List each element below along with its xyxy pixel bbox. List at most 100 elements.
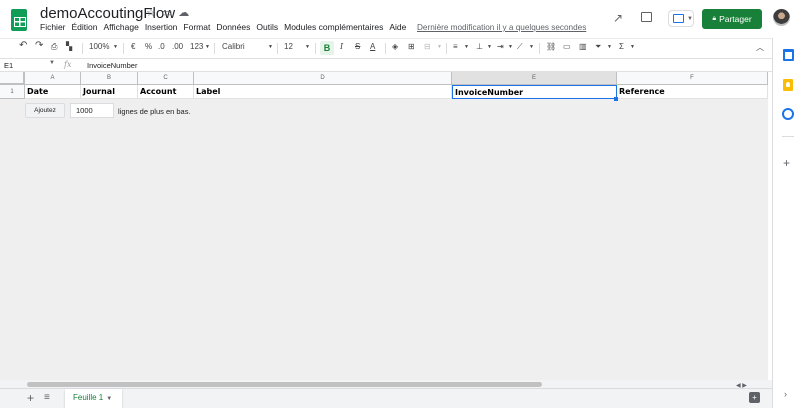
functions-icon[interactable]: Σ: [619, 42, 624, 51]
add-rows-label: lignes de plus en bas.: [118, 107, 191, 116]
star-icon[interactable]: ☆: [146, 6, 156, 19]
zoom-select[interactable]: 100%: [89, 42, 109, 51]
formula-input[interactable]: InvoiceNumber: [87, 61, 137, 70]
borders-icon[interactable]: ⊞: [408, 42, 415, 51]
redo-icon[interactable]: ↷: [35, 40, 43, 51]
cell-e1[interactable]: InvoiceNumber: [452, 85, 617, 99]
get-addons-icon[interactable]: +: [783, 156, 790, 170]
sheets-logo-icon[interactable]: [11, 9, 27, 31]
align-horizontal-icon[interactable]: ≡: [453, 42, 458, 51]
cell-f1[interactable]: Reference: [617, 85, 768, 99]
share-button[interactable]: 🔒︎ Partager: [702, 9, 762, 29]
toolbar-divider: [277, 43, 278, 54]
title-bar: demoAccoutingFlow ☆ ▭ ☁ Fichier Édition …: [0, 0, 790, 38]
filter-icon[interactable]: ⏷: [595, 42, 601, 52]
avatar[interactable]: [773, 9, 790, 26]
sheet-grid[interactable]: A B C D E F 1 Date Journal Account Label…: [0, 72, 768, 380]
add-rows-button[interactable]: Ajoutez: [25, 103, 65, 118]
toolbar-divider: [214, 43, 215, 54]
horizontal-scroll-thumb[interactable]: [27, 382, 542, 387]
column-header-b[interactable]: B: [81, 72, 138, 85]
last-edit-link[interactable]: Dernière modification il y a quelques se…: [417, 23, 586, 32]
chevron-down-icon: ▼: [268, 44, 273, 50]
menu-format[interactable]: Format: [183, 22, 210, 32]
title-icons: ☆ ▭ ☁: [146, 6, 189, 19]
sheet-tab-label: Feuille 1: [73, 393, 104, 402]
name-box[interactable]: E1: [4, 61, 13, 70]
row-header-1[interactable]: 1: [0, 85, 25, 99]
present-icon: [673, 14, 684, 23]
cell-c1[interactable]: Account: [138, 85, 194, 99]
align-vertical-icon[interactable]: ⊥: [476, 42, 483, 51]
menu-edit[interactable]: Édition: [72, 22, 98, 32]
tasks-icon[interactable]: [782, 108, 794, 120]
cell-b1[interactable]: Journal: [81, 85, 138, 99]
menu-bar: Fichier Édition Affichage Insertion Form…: [40, 22, 412, 32]
chevron-down-icon: ▼: [508, 44, 513, 50]
text-color-button[interactable]: A: [370, 42, 375, 51]
fill-handle[interactable]: [614, 97, 618, 101]
trend-icon[interactable]: ↗: [613, 11, 623, 25]
keep-icon[interactable]: [783, 79, 793, 91]
text-rotation-icon[interactable]: ⟋: [517, 42, 523, 52]
italic-button[interactable]: I: [340, 42, 343, 51]
menu-addons[interactable]: Modules complémentaires: [284, 22, 383, 32]
menu-tools[interactable]: Outils: [256, 22, 278, 32]
toolbar-divider: [385, 43, 386, 54]
cloud-status-icon[interactable]: ☁: [178, 6, 189, 19]
column-header-a[interactable]: A: [25, 72, 81, 85]
add-rows-count-input[interactable]: 1000: [70, 103, 114, 118]
chevron-down-icon: ▼: [437, 44, 442, 50]
comment-icon[interactable]: [641, 12, 652, 22]
percent-button[interactable]: %: [145, 42, 152, 51]
move-folder-icon[interactable]: ▭: [162, 6, 172, 19]
hide-side-panel-icon[interactable]: ›: [784, 389, 787, 399]
strikethrough-button[interactable]: S: [355, 42, 360, 51]
menu-insert[interactable]: Insertion: [145, 22, 178, 32]
insert-link-icon[interactable]: ⛓: [546, 42, 556, 51]
chevron-down-icon: ▼: [687, 16, 693, 22]
insert-comment-icon[interactable]: ▭: [563, 42, 571, 51]
menu-data[interactable]: Données: [216, 22, 250, 32]
fill-color-icon[interactable]: ◈: [392, 42, 398, 51]
menu-view[interactable]: Affichage: [104, 22, 139, 32]
lock-icon: 🔒︎: [712, 15, 717, 22]
add-sheet-button[interactable]: +: [27, 391, 34, 405]
toolbar: ↶ ↷ ⎙ ▚ 100% ▼ € % .0 .00 123 ▼ Calibri …: [0, 38, 772, 57]
text-wrap-icon[interactable]: ⇥: [497, 42, 504, 51]
column-header-e[interactable]: E: [452, 72, 617, 85]
calendar-icon[interactable]: [783, 49, 794, 61]
toolbar-divider: [123, 43, 124, 54]
chevron-down-icon: ▼: [487, 44, 492, 50]
cell-d1[interactable]: Label: [194, 85, 452, 99]
column-header-c[interactable]: C: [138, 72, 194, 85]
insert-chart-icon[interactable]: ▥: [579, 42, 587, 51]
present-button[interactable]: ▼: [668, 10, 694, 27]
chevron-down-icon: ▼: [529, 44, 534, 50]
font-select[interactable]: Calibri: [222, 42, 245, 51]
currency-button[interactable]: €: [131, 42, 135, 51]
fx-icon: fx: [64, 60, 72, 69]
select-all-corner[interactable]: [0, 72, 25, 85]
column-header-f[interactable]: F: [617, 72, 768, 85]
decrease-decimal-button[interactable]: .0: [158, 42, 165, 51]
collapse-menu-icon[interactable]: ︿: [756, 42, 764, 53]
paint-format-icon[interactable]: ▚: [66, 42, 72, 51]
menu-help[interactable]: Aide: [389, 22, 406, 32]
chevron-down-icon[interactable]: ▼: [106, 396, 112, 402]
font-size-select[interactable]: 12: [284, 42, 293, 51]
column-header-d[interactable]: D: [194, 72, 452, 85]
undo-icon[interactable]: ↶: [19, 40, 27, 51]
more-formats-button[interactable]: 123: [190, 42, 203, 51]
increase-decimal-button[interactable]: .00: [172, 42, 183, 51]
menu-file[interactable]: Fichier: [40, 22, 66, 32]
bold-button[interactable]: B: [320, 41, 334, 55]
sheet-tab-active[interactable]: Feuille 1 ▼: [65, 389, 122, 408]
merge-cells-icon[interactable]: ⊟: [424, 42, 431, 51]
cell-a1[interactable]: Date: [25, 85, 81, 99]
all-sheets-button[interactable]: ≡: [44, 392, 50, 403]
chevron-down-icon[interactable]: ▼: [49, 60, 55, 66]
explore-icon[interactable]: +: [749, 392, 760, 403]
print-icon[interactable]: ⎙: [51, 42, 57, 52]
toolbar-divider: [82, 43, 83, 54]
